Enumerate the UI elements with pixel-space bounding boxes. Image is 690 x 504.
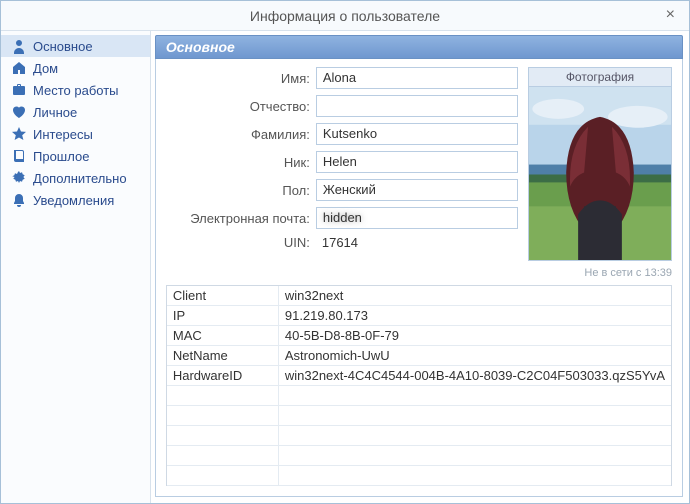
name-label: Имя: bbox=[166, 71, 316, 86]
grid-key: Client bbox=[167, 286, 279, 305]
grid-value: 40-5B-D8-8B-0F-79 bbox=[279, 326, 671, 345]
photo-header: Фотография bbox=[528, 67, 672, 87]
sidebar: Основное Дом Место работы Личное Интересы Про… bbox=[1, 31, 151, 503]
person-icon bbox=[11, 38, 27, 54]
titlebar: Информация о пользователе × bbox=[1, 1, 689, 31]
grid-value: win32next-4C4C4544-004B-4A10-8039-C2C04F… bbox=[279, 366, 671, 385]
sidebar-item-label: Основное bbox=[33, 39, 93, 54]
sidebar-item-0[interactable]: Основное bbox=[1, 35, 150, 57]
surname-label: Фамилия: bbox=[166, 127, 316, 142]
sidebar-item-label: Уведомления bbox=[33, 193, 114, 208]
main-panel: Имя: Alona Отчество: Фамилия: Kutsenko Н… bbox=[155, 59, 683, 497]
sidebar-item-label: Дом bbox=[33, 61, 58, 76]
bell-icon bbox=[11, 192, 27, 208]
patronymic-field[interactable] bbox=[316, 95, 518, 117]
heart-icon bbox=[11, 104, 27, 120]
sidebar-item-6[interactable]: Дополнительно bbox=[1, 167, 150, 189]
email-field[interactable]: hidden bbox=[316, 207, 518, 229]
sidebar-item-7[interactable]: Уведомления bbox=[1, 189, 150, 211]
window-title: Информация о пользователе bbox=[250, 8, 440, 24]
gear-icon bbox=[11, 170, 27, 186]
grid-key: NetName bbox=[167, 346, 279, 365]
gender-field[interactable]: Женский bbox=[316, 179, 518, 201]
sidebar-item-label: Прошлое bbox=[33, 149, 89, 164]
briefcase-icon bbox=[11, 82, 27, 98]
uin-label: UIN: bbox=[166, 235, 316, 250]
sidebar-item-4[interactable]: Интересы bbox=[1, 123, 150, 145]
table-row[interactable]: NetNameAstronomich-UwU bbox=[167, 346, 671, 366]
status-text: Не в сети с 13:39 bbox=[528, 267, 672, 279]
home-icon bbox=[11, 60, 27, 76]
gender-label: Пол: bbox=[166, 183, 316, 198]
email-label: Электронная почта: bbox=[166, 211, 316, 226]
grid-key: IP bbox=[167, 306, 279, 325]
sidebar-item-5[interactable]: Прошлое bbox=[1, 145, 150, 167]
info-grid: Clientwin32nextIP91.219.80.173MAC40-5B-D… bbox=[166, 285, 672, 486]
grid-key: HardwareID bbox=[167, 366, 279, 385]
grid-value: 91.219.80.173 bbox=[279, 306, 671, 325]
sidebar-item-label: Место работы bbox=[33, 83, 119, 98]
grid-key: MAC bbox=[167, 326, 279, 345]
sidebar-item-label: Интересы bbox=[33, 127, 93, 142]
table-row[interactable]: IP91.219.80.173 bbox=[167, 306, 671, 326]
grid-value: Astronomich-UwU bbox=[279, 346, 671, 365]
surname-field[interactable]: Kutsenko bbox=[316, 123, 518, 145]
name-field[interactable]: Alona bbox=[316, 67, 518, 89]
nick-field[interactable]: Helen bbox=[316, 151, 518, 173]
close-icon[interactable]: × bbox=[660, 5, 681, 25]
star-icon bbox=[11, 126, 27, 142]
user-photo[interactable] bbox=[528, 87, 672, 261]
table-row[interactable]: Clientwin32next bbox=[167, 286, 671, 306]
table-row: .. bbox=[167, 446, 671, 466]
table-row: .. bbox=[167, 466, 671, 486]
grid-value: win32next bbox=[279, 286, 671, 305]
section-header: Основное bbox=[155, 35, 683, 59]
table-row: .. bbox=[167, 426, 671, 446]
patronymic-label: Отчество: bbox=[166, 99, 316, 114]
sidebar-item-2[interactable]: Место работы bbox=[1, 79, 150, 101]
sidebar-item-label: Личное bbox=[33, 105, 77, 120]
table-row[interactable]: HardwareIDwin32next-4C4C4544-004B-4A10-8… bbox=[167, 366, 671, 386]
book-icon bbox=[11, 148, 27, 164]
nick-label: Ник: bbox=[166, 155, 316, 170]
sidebar-item-1[interactable]: Дом bbox=[1, 57, 150, 79]
table-row: .. bbox=[167, 386, 671, 406]
uin-value: 17614 bbox=[316, 235, 518, 250]
table-row: .. bbox=[167, 406, 671, 426]
sidebar-item-3[interactable]: Личное bbox=[1, 101, 150, 123]
sidebar-item-label: Дополнительно bbox=[33, 171, 127, 186]
table-row[interactable]: MAC40-5B-D8-8B-0F-79 bbox=[167, 326, 671, 346]
